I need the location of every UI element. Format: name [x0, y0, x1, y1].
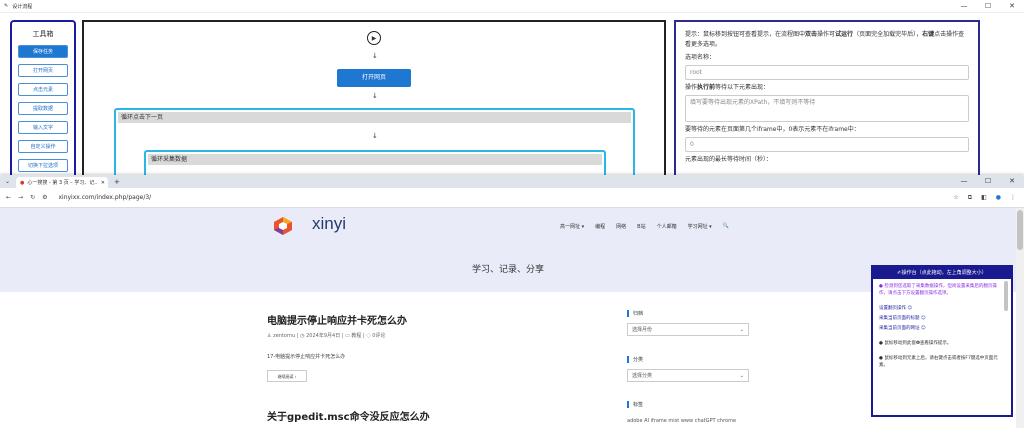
site-logo-text[interactable]: xinyi [312, 214, 346, 234]
tab-close-icon[interactable]: ✕ [101, 180, 105, 186]
close-button[interactable]: ✕ [1000, 0, 1024, 12]
options-panel: 提示：鼠标移到按钮可查看提示，在流程图中双击操作可试运行（页面完全加载完毕后），… [674, 20, 980, 180]
site-header: xinyi 高一网址 ▾ 编程 网络 B站 个人邮箱 学习网址 ▾ 🔍 [0, 208, 1016, 242]
reload-icon[interactable]: ↻ [30, 194, 35, 201]
operation-console-header[interactable]: ✍操作台（点此拖动，左上角调整大小） [873, 267, 1011, 279]
app-icon: ✎ [4, 3, 9, 9]
site-banner: 学习、记录、分享 [0, 242, 1016, 292]
wait-xpath-textarea[interactable]: 填写要等待出现元素的XPath，不填写则不等待 [685, 95, 969, 122]
minimize-button[interactable]: — [952, 0, 976, 12]
browser-window: ⌄ ● 心一搜搜 - 第 3 页 – 学习、记.. ✕ + — ☐ ✕ ← → … [0, 175, 1024, 428]
save-task-button[interactable]: 保存任务 [18, 45, 68, 58]
extensions-icon[interactable]: ⧉ [968, 194, 972, 202]
archive-select[interactable]: 选择月份 ⌄ [627, 323, 749, 336]
site-logo-icon[interactable] [272, 216, 294, 236]
hint-text: 提示：鼠标移到按钮可查看提示，在流程图中双击操作可试运行（页面完全加载完毕后），… [685, 31, 965, 48]
console-message: ● 检测到您选取了采集数据操作，但尚设置采集后的翻页操作，请点击下方设置翻页操作… [879, 284, 997, 296]
menu-item-mail[interactable]: 个人邮箱 [657, 223, 677, 230]
iframe-label: 要等待的元素在页面第几个iframe中，0表示元素不在iframe中： [685, 126, 860, 133]
minimize-button[interactable]: — [952, 175, 976, 188]
site-info-icon[interactable]: ⚙ [42, 194, 47, 201]
menu-item-network[interactable]: 网络 [616, 223, 626, 230]
folder-icon: ▭ [345, 333, 350, 339]
flow-canvas: ▶ ↓ 打开网页 ↓ 循环点击下一页 ↓ 循环采集数据 [82, 20, 666, 190]
click-element-button[interactable]: 点击元素 [18, 83, 68, 96]
new-tab-button[interactable]: + [114, 178, 120, 186]
post-meta: ♙ zentornu | ◷ 2024年9月4日 | ▭ 教程 | ◌ 0评论 [267, 333, 386, 339]
chevron-down-icon: ⌄ [739, 327, 744, 333]
menu-icon[interactable]: ⋮ [1010, 194, 1016, 202]
address-bar: ← → ↻ ⚙ xinyixx.com/index.php/page/3/ ☆ … [0, 188, 1024, 208]
arrow-down-icon: ↓ [372, 92, 378, 100]
iframe-input[interactable]: 0 [685, 137, 969, 152]
page-scrollbar[interactable] [1016, 208, 1024, 428]
menu-item-bilibili[interactable]: B站 [637, 223, 645, 230]
category-select[interactable]: 选择分类 ⌄ [627, 369, 749, 382]
post-title[interactable]: 关于gpedit.msc命令没反应怎么办 [267, 408, 430, 423]
close-button[interactable]: ✕ [1000, 175, 1024, 188]
designer-titlebar: ✎ 设计流程 — ☐ ✕ [0, 0, 1024, 13]
flow-node-open-page[interactable]: 打开网页 [337, 69, 411, 87]
chevron-down-icon: ⌄ [739, 373, 744, 379]
read-more-button[interactable]: 继续阅读 › [267, 370, 307, 382]
post-title[interactable]: 电脑提示停止响应并卡死怎么办 [267, 312, 407, 327]
collect-title-link[interactable]: 采集当前页面的标题 ☺ [879, 315, 1005, 322]
toolbox-title: 工具箱 [32, 30, 54, 38]
forward-icon[interactable]: → [18, 194, 23, 201]
back-icon[interactable]: ← [6, 194, 11, 201]
custom-action-button[interactable]: 自定义操作 [18, 140, 68, 153]
switch-dropdown-button[interactable]: 切换下拉选项 [18, 159, 68, 172]
loop-next-page-label: 循环点击下一页 [118, 112, 631, 123]
maximize-button[interactable]: ☐ [976, 175, 1000, 188]
wait-element-label: 操作执行前等待以下元素出现： [685, 84, 770, 91]
open-page-button[interactable]: 打开网页 [18, 64, 68, 77]
console-scrollbar[interactable] [1004, 281, 1008, 311]
timeout-label: 元素出现的最长等待时间（秒）： [685, 156, 773, 163]
option-name-input[interactable]: root [685, 65, 969, 80]
menu-item-nav[interactable]: 高一网址 ▾ [560, 223, 584, 230]
menu-item-coding[interactable]: 编程 [595, 223, 605, 230]
author-icon: ♙ [267, 333, 272, 339]
menu-item-study[interactable]: 学习网址 ▾ [688, 223, 712, 230]
console-tip: ● 鼠标移动到此窗❻查看操作提示。 [879, 341, 952, 346]
favicon-icon: ● [20, 179, 25, 186]
tab-menu-icon[interactable]: ⌄ [5, 178, 10, 185]
post-excerpt: 17-电脑提示停止响应并卡死怎么办 [267, 354, 346, 360]
collect-url-link[interactable]: 采集当前页面的网址 ☺ [879, 325, 1005, 332]
operation-console: ✍操作台（点此拖动，左上角调整大小） ● 检测到您选取了采集数据操作，但尚设置采… [871, 265, 1013, 417]
tab-bar: ⌄ ● 心一搜搜 - 第 3 页 – 学习、记.. ✕ + — ☐ ✕ [0, 175, 1024, 188]
extract-data-button[interactable]: 提取数据 [18, 102, 68, 115]
set-pagination-link[interactable]: 设置翻页操作 ☺ [879, 305, 1005, 312]
input-text-button[interactable]: 输入文字 [18, 121, 68, 134]
browser-tab[interactable]: ● 心一搜搜 - 第 3 页 – 学习、记.. ✕ [16, 177, 108, 188]
comment-icon: ◌ [366, 333, 371, 339]
play-icon[interactable]: ▶ [367, 31, 381, 45]
archive-heading: 归档 [627, 310, 643, 317]
console-tip: ● 鼠标移动到元素上后，请右键点击或者按F7键选中页面元素。 [879, 356, 998, 368]
maximize-button[interactable]: ☐ [976, 0, 1000, 12]
toolbox: 工具箱 保存任务 打开网页 点击元素 提取数据 输入文字 自定义操作 切换下拉选… [10, 20, 76, 180]
option-name-label: 选项名称： [685, 54, 716, 61]
tab-title: 心一搜搜 - 第 3 页 – 学习、记.. [27, 180, 98, 186]
url-field[interactable]: xinyixx.com/index.php/page/3/ [58, 194, 151, 201]
window-title: 设计流程 [12, 3, 33, 10]
bookmark-star-icon[interactable]: ☆ [953, 194, 958, 202]
sidebar-icon[interactable]: ◧ [981, 194, 987, 202]
clock-icon: ◷ [300, 333, 305, 339]
tag-cloud[interactable]: adobe AI iframe mist www chatGPT chrome [627, 418, 736, 424]
site-menu: 高一网址 ▾ 编程 网络 B站 个人邮箱 学习网址 ▾ 🔍 [560, 223, 729, 230]
designer-window: ✎ 设计流程 — ☐ ✕ 工具箱 保存任务 打开网页 点击元素 提取数据 输入文… [0, 0, 1024, 190]
tags-heading: 标签 [627, 401, 643, 408]
arrow-down-icon: ↓ [372, 52, 378, 60]
profile-icon[interactable]: ● [996, 194, 1001, 202]
search-icon[interactable]: 🔍 [723, 223, 729, 230]
arrow-down-icon: ↓ [372, 132, 378, 140]
loop-collect-label: 循环采集数据 [148, 154, 602, 165]
category-heading: 分类 [627, 356, 643, 363]
